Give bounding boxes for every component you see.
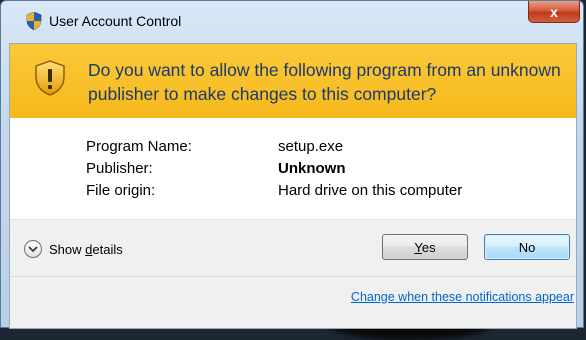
program-name-label: Program Name: — [86, 138, 192, 155]
program-name-value: setup.exe — [278, 138, 344, 155]
title-bar[interactable]: User Account Control x — [1, 1, 583, 35]
dialog-body: Do you want to allow the following progr… — [9, 43, 577, 329]
yes-button[interactable]: Yes — [382, 234, 468, 260]
file-origin-value: Hard drive on this computer — [278, 182, 463, 199]
notification-settings-link[interactable]: Change when these notifications appear — [351, 290, 574, 304]
file-origin-label: File origin: — [86, 182, 156, 199]
dialog-footer: Show details Yes No Change when these no… — [10, 220, 576, 328]
show-details-label: Show details — [49, 241, 123, 257]
no-button-label: No — [518, 239, 536, 255]
window-title: User Account Control — [49, 13, 182, 29]
prompt-headline: Do you want to allow the following progr… — [88, 60, 561, 104]
warning-shield-icon — [35, 60, 65, 96]
no-button[interactable]: No — [484, 234, 570, 260]
uac-shield-icon — [26, 12, 42, 30]
yes-button-label: Yes — [414, 239, 436, 255]
publisher-value: Unknown — [278, 160, 346, 177]
publisher-label: Publisher: — [86, 160, 153, 177]
show-details-toggle[interactable]: Show details — [24, 240, 123, 258]
uac-dialog: User Account Control x Do you want to al… — [0, 0, 584, 329]
close-button[interactable]: x — [528, 1, 580, 23]
close-icon: x — [550, 3, 558, 20]
warning-banner: Do you want to allow the following progr… — [10, 44, 576, 118]
chevron-down-icon — [24, 240, 42, 258]
footer-separator — [10, 276, 576, 277]
